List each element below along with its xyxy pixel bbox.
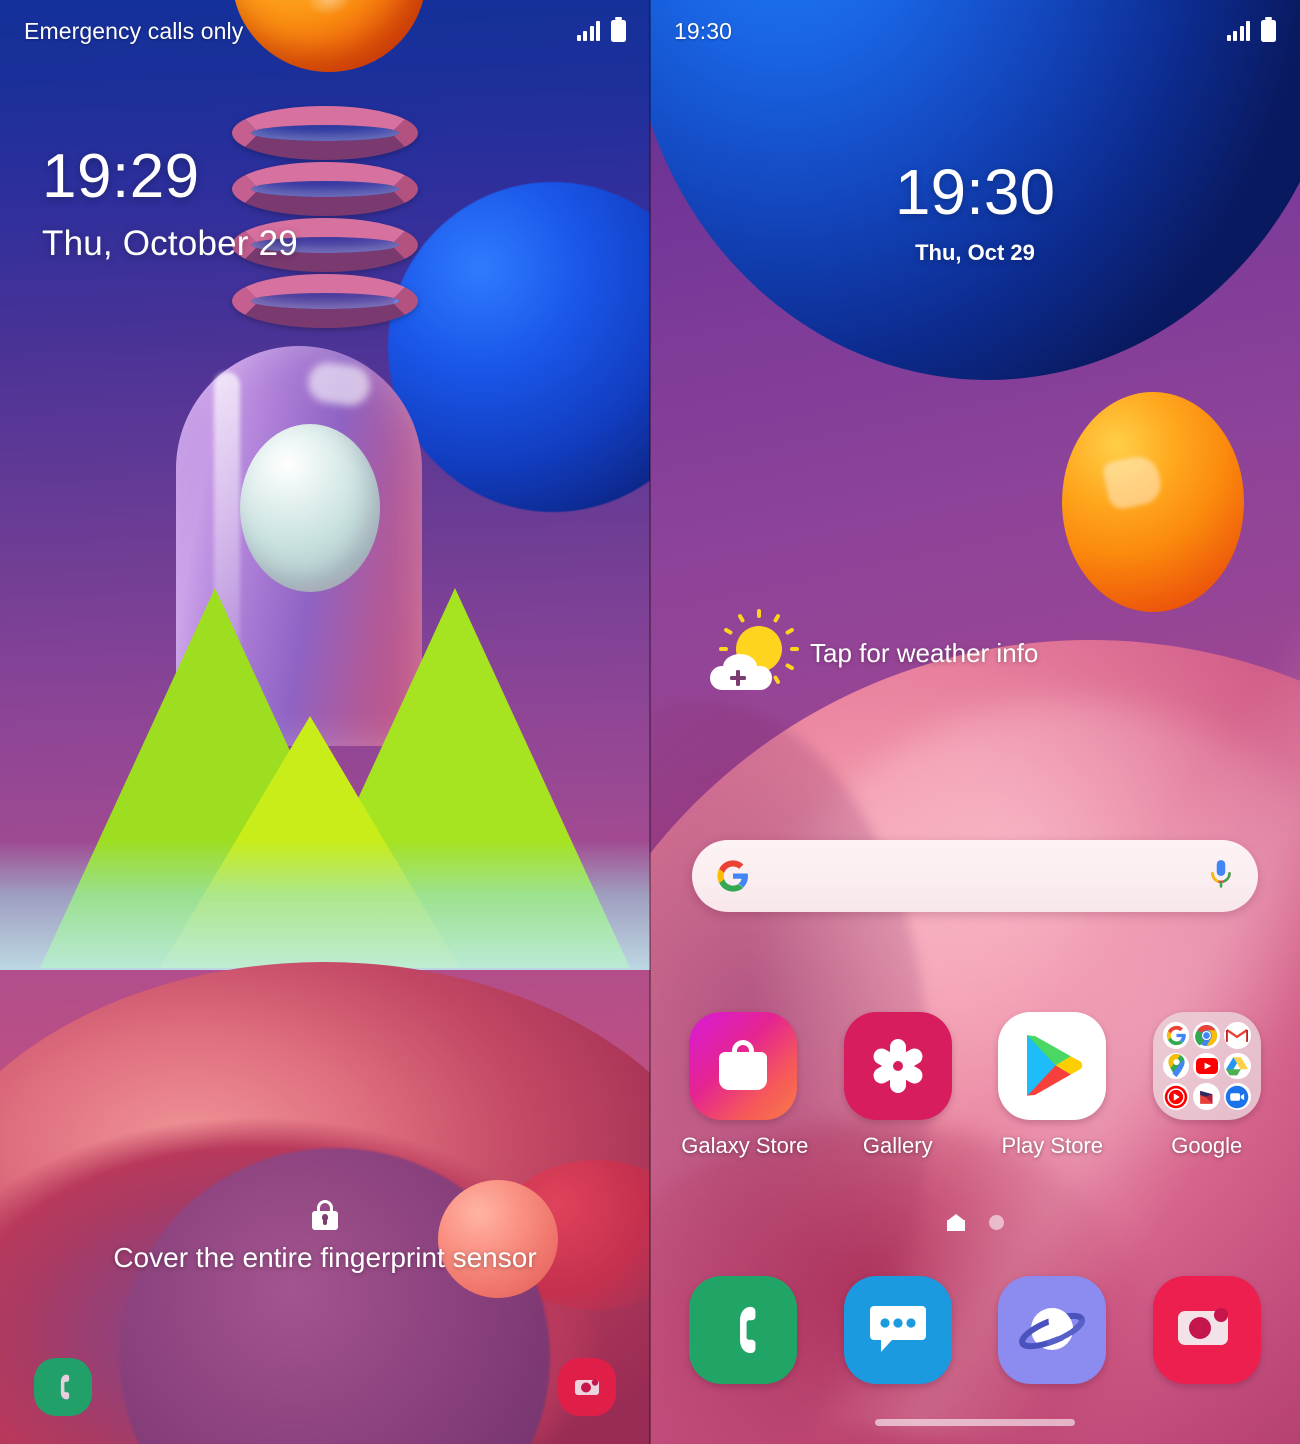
shopping-bag-icon (689, 1012, 798, 1120)
lock-icon (312, 1200, 338, 1230)
google-search-bar[interactable] (692, 840, 1258, 912)
fingerprint-hint[interactable]: Cover the entire fingerprint sensor (0, 1200, 650, 1274)
camera-icon (1152, 1276, 1261, 1384)
microphone-icon (1211, 860, 1231, 888)
dock-item-internet[interactable] (990, 1276, 1114, 1384)
dock-item-messages[interactable] (836, 1276, 960, 1384)
drive-icon (1224, 1052, 1251, 1080)
app-label: Play Store (1001, 1133, 1104, 1158)
dock-item-phone[interactable] (681, 1276, 805, 1384)
dock (650, 1276, 1300, 1384)
app-google-folder[interactable]: Google (1145, 1012, 1269, 1159)
camera-icon (575, 1379, 599, 1395)
youtube-music-icon (1162, 1083, 1190, 1110)
signal-bars-icon (576, 21, 600, 41)
gesture-handle[interactable] (875, 1418, 1075, 1426)
play-triangle-icon (998, 1012, 1107, 1120)
dock-item-camera[interactable] (1145, 1276, 1269, 1384)
carrier-label: Emergency calls only (24, 17, 244, 44)
phone-shortcut[interactable] (34, 1358, 92, 1416)
phone-icon (689, 1276, 798, 1384)
app-galaxy-store[interactable]: Galaxy Store (681, 1012, 809, 1159)
home-clock-date: Thu, Oct 29 (915, 240, 1035, 265)
lock-clock-time: 19:29 (42, 142, 200, 211)
camera-shortcut[interactable] (558, 1358, 616, 1416)
gmail-icon (1224, 1022, 1251, 1049)
lock-clock-widget[interactable]: 19:29 Thu, October 29 (42, 146, 298, 264)
sun-cloud-plus-icon (706, 609, 799, 692)
page-indicator[interactable] (650, 1214, 1300, 1231)
home-status-bar: 19:30 (650, 0, 1300, 62)
google-g-icon (717, 860, 748, 892)
screen-divider (649, 0, 651, 1444)
app-label: Google (1171, 1133, 1243, 1158)
app-grid: Galaxy Store Gallery Play Store Google (650, 1012, 1300, 1159)
home-clock-time: 19:30 (894, 156, 1056, 228)
app-play-store[interactable]: Play Store (990, 1012, 1114, 1159)
chat-bubble-icon (843, 1276, 952, 1384)
google-icon (1162, 1022, 1190, 1049)
lock-shortcuts (0, 1358, 650, 1416)
app-label: Galaxy Store (681, 1133, 809, 1158)
battery-icon (1261, 16, 1276, 42)
weather-widget[interactable]: Tap for weather info (706, 609, 1039, 692)
app-gallery[interactable]: Gallery (836, 1012, 960, 1159)
planet-icon (998, 1276, 1107, 1384)
play-movies-icon (1193, 1083, 1221, 1110)
chrome-icon (1193, 1022, 1221, 1049)
google-folder-icon (1152, 1012, 1261, 1120)
battery-icon (611, 16, 626, 42)
duo-icon (1224, 1083, 1251, 1110)
status-clock: 19:30 (674, 17, 733, 44)
home-clock-widget[interactable]: 19:30 Thu, Oct 29 (650, 160, 1300, 266)
signal-bars-icon (1226, 21, 1250, 41)
lock-screen: Emergency calls only 19:29 Thu, October … (0, 0, 650, 1444)
plus-icon (730, 670, 746, 686)
youtube-icon (1193, 1052, 1221, 1080)
app-label: Gallery (862, 1133, 933, 1158)
navigation-bar[interactable] (650, 1400, 1300, 1444)
home-page-icon[interactable] (946, 1214, 965, 1231)
page-dot-icon[interactable] (988, 1215, 1004, 1230)
lock-clock-date: Thu, October 29 (42, 224, 298, 263)
lock-status-bar: Emergency calls only (0, 0, 650, 62)
status-icons (1226, 16, 1276, 42)
weather-label: Tap for weather info (810, 637, 1039, 668)
phone-icon (60, 1374, 70, 1400)
maps-icon (1162, 1052, 1190, 1080)
flower-icon (843, 1012, 952, 1120)
home-screen: 19:30 19:30 Thu, Oct 29 Tap for weather … (650, 0, 1300, 1444)
status-icons (576, 16, 626, 42)
fingerprint-message: Cover the entire fingerprint sensor (113, 1242, 537, 1273)
dual-phone-screenshot: Emergency calls only 19:29 Thu, October … (0, 0, 1300, 1444)
